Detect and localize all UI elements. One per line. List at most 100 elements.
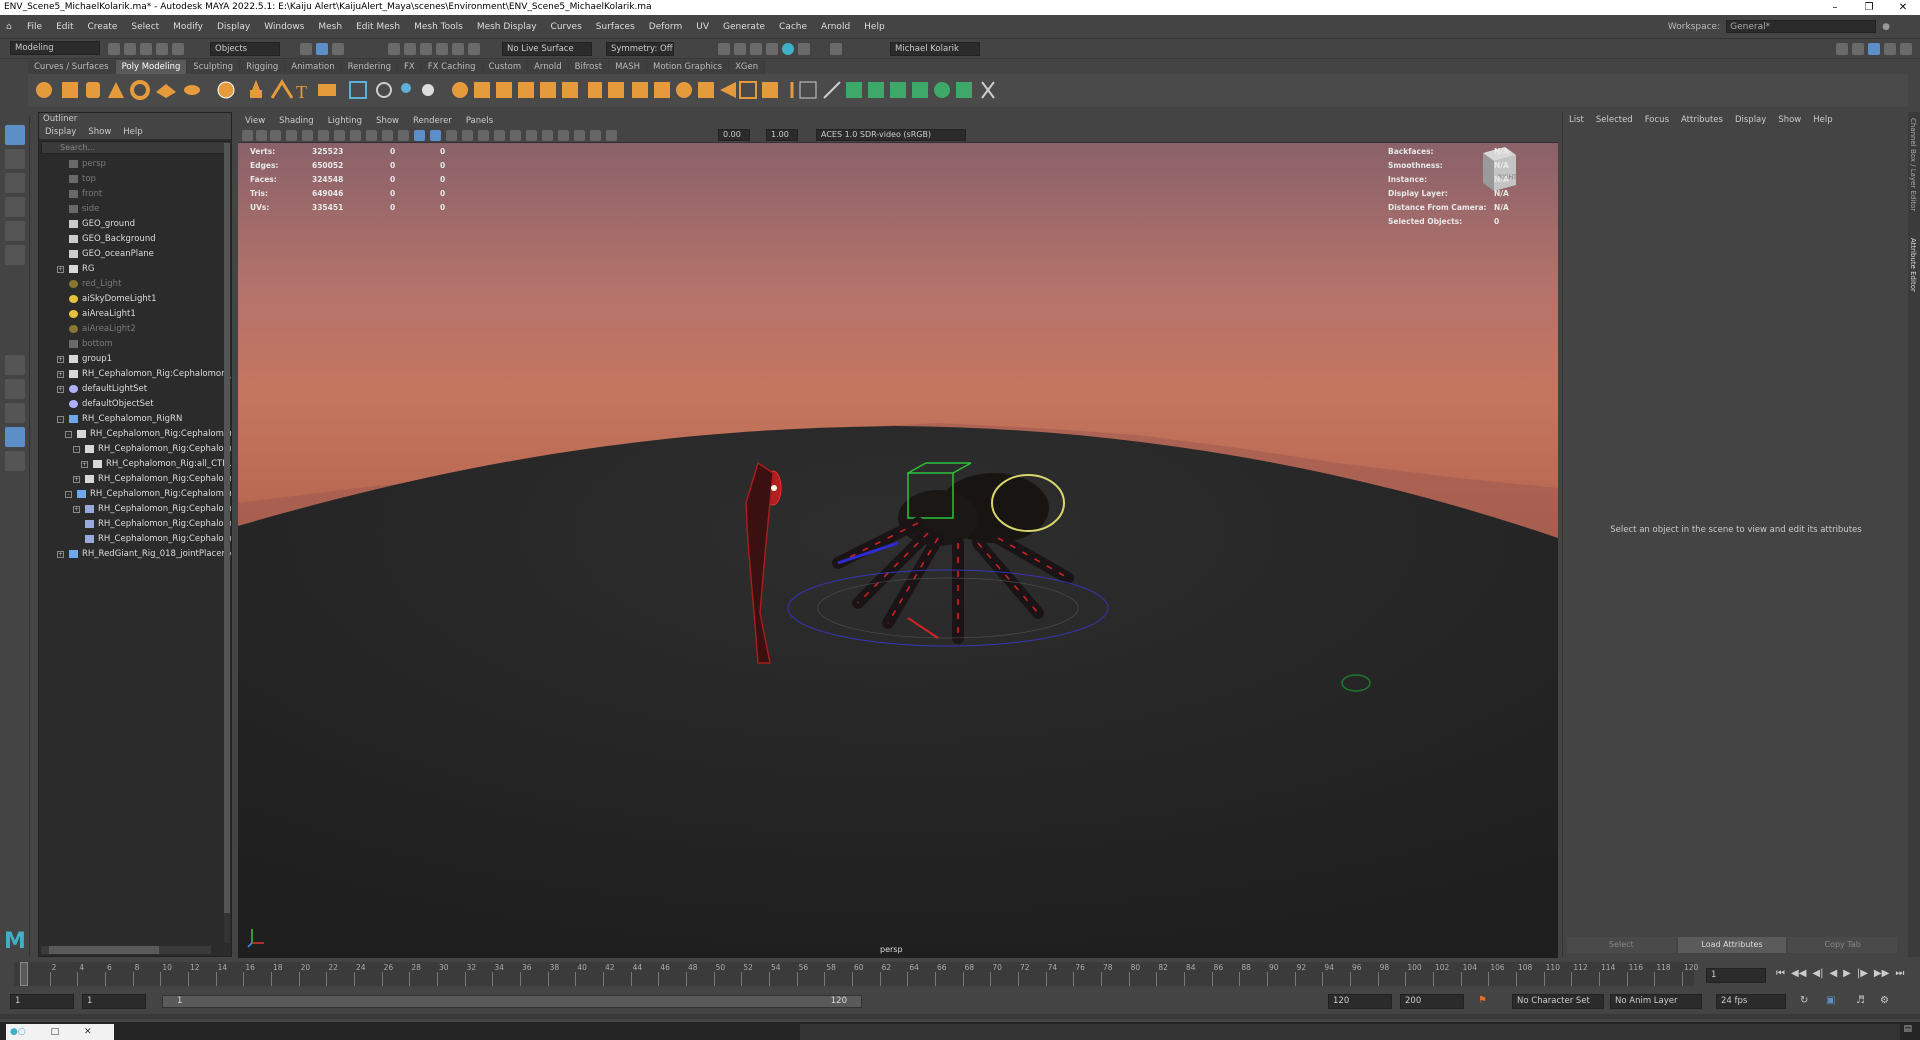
auto-uv-icon[interactable] [868, 82, 884, 98]
sound-icon[interactable]: ♬ [1856, 995, 1865, 1006]
playback-start-field[interactable]: 1 [82, 994, 146, 1009]
poly-plane-icon[interactable] [156, 84, 176, 98]
outliner-item[interactable]: bottom [39, 337, 231, 352]
restore-icon[interactable]: ❐ [1852, 0, 1886, 15]
open-scene-icon[interactable] [124, 43, 136, 55]
select-component-icon[interactable] [332, 43, 344, 55]
outliner-item[interactable]: + RH_RedGiant_Rig_018_jointPlacemen [39, 547, 231, 562]
outliner-item[interactable]: aiSkyDomeLight1 [39, 292, 231, 307]
ambient-occlusion-icon[interactable] [510, 130, 521, 141]
bevel-icon[interactable] [518, 82, 534, 98]
step-forward-frame-icon[interactable]: |▶ [1857, 968, 1868, 979]
menu-select[interactable]: Select [124, 15, 166, 39]
outliner-item[interactable]: GEO_ground [39, 217, 231, 232]
menu-help[interactable]: Help [857, 15, 892, 39]
viewport-menu-show[interactable]: Show [369, 115, 406, 128]
menu-curves[interactable]: Curves [544, 15, 589, 39]
combine-icon[interactable] [349, 81, 367, 99]
safe-title-icon[interactable] [398, 130, 409, 141]
bookmark-icon[interactable] [270, 130, 281, 141]
sweep-mesh-icon[interactable] [250, 80, 262, 98]
new-scene-icon[interactable] [108, 43, 120, 55]
persp-outliner-icon[interactable] [5, 403, 25, 423]
auto-key-icon[interactable]: ⚑ [1478, 995, 1487, 1006]
extrude-icon[interactable] [496, 82, 512, 98]
outliner-item[interactable]: + RH_Cephalomon_Rig:Cephalomo [39, 502, 231, 517]
grid-icon[interactable] [302, 130, 313, 141]
step-forward-key-icon[interactable]: ▶▶ [1874, 968, 1889, 979]
menu-file[interactable]: File [20, 15, 49, 39]
transfer-icon[interactable] [762, 82, 778, 98]
workspace-dropdown[interactable]: General* [1726, 20, 1877, 33]
planar-uv-icon[interactable] [890, 82, 906, 98]
snap-surface-icon[interactable] [452, 43, 464, 55]
outliner-menu-help[interactable]: Help [123, 125, 142, 139]
resolution-gate-icon[interactable] [334, 130, 345, 141]
select-object-icon[interactable] [316, 43, 328, 55]
redo-icon[interactable] [172, 43, 184, 55]
menu-edit-mesh[interactable]: Edit Mesh [349, 15, 407, 39]
expand-toggle-icon[interactable]: - [57, 416, 64, 423]
end-time-field[interactable]: 200 [1400, 994, 1464, 1009]
insert-edge-loop-icon[interactable] [608, 82, 624, 98]
outliner-item[interactable]: - RH_Cephalomon_Rig:Cephalomon [39, 487, 231, 502]
append-icon[interactable] [562, 82, 578, 98]
expand-toggle-icon[interactable]: + [57, 371, 64, 378]
smooth-icon[interactable] [422, 84, 434, 96]
exposure-field[interactable]: 0.00 [718, 129, 750, 141]
attr-menu-selected[interactable]: Selected [1596, 112, 1633, 128]
ipr-render-icon[interactable] [750, 43, 762, 55]
outliner-item[interactable]: aiAreaLight2 [39, 322, 231, 337]
outliner-item[interactable]: - RH_Cephalomon_RigRN [39, 412, 231, 427]
outliner-item[interactable]: + RH_Cephalomon_Rig:Cephalomon_A [39, 367, 231, 382]
single-perspective-view-icon[interactable] [5, 355, 25, 375]
attribute-editor-toggle-icon[interactable] [1868, 43, 1880, 55]
outliner-item[interactable]: red_Light [39, 277, 231, 292]
snap-plane-icon[interactable] [436, 43, 448, 55]
attr-menu-display[interactable]: Display [1735, 112, 1766, 128]
extract-icon[interactable] [401, 83, 411, 93]
outliner-item[interactable]: persp [39, 157, 231, 172]
expand-toggle-icon[interactable]: + [57, 551, 64, 558]
outliner-item[interactable]: + group1 [39, 352, 231, 367]
undo-icon[interactable] [156, 43, 168, 55]
expand-toggle-icon[interactable]: + [57, 356, 64, 363]
anim-layer-dropdown[interactable]: No Anim Layer [1610, 994, 1702, 1009]
field-chart-icon[interactable] [366, 130, 377, 141]
arnold-render-icon[interactable] [798, 43, 810, 55]
close-icon[interactable]: ✕ [84, 1027, 92, 1037]
outliner-item[interactable]: RH_Cephalomon_Rig:Cephalomo [39, 517, 231, 532]
restore-icon[interactable]: □ [51, 1027, 60, 1037]
attr-menu-show[interactable]: Show [1778, 112, 1801, 128]
render-view-icon[interactable] [718, 43, 730, 55]
menu-uv[interactable]: UV [689, 15, 716, 39]
shelf-tab-poly-modeling[interactable]: Poly Modeling [115, 59, 188, 74]
workspace-selector[interactable]: Workspace: General* ● [1668, 20, 1890, 33]
shelf-tab-bifrost[interactable]: Bifrost [568, 59, 610, 74]
close-icon[interactable]: ✕ [1886, 0, 1920, 15]
attr-menu-attributes[interactable]: Attributes [1681, 112, 1723, 128]
poke-icon[interactable] [720, 82, 736, 98]
film-gate-icon[interactable] [318, 130, 329, 141]
default-material-icon[interactable] [446, 130, 457, 141]
cut-uv-icon[interactable] [956, 82, 972, 98]
play-backwards-icon[interactable]: ◀ [1829, 968, 1837, 979]
render-settings-icon[interactable] [766, 43, 778, 55]
go-to-end-icon[interactable]: ⏭ [1895, 968, 1904, 979]
live-surface-dropdown[interactable]: No Live Surface [502, 42, 592, 56]
shadows-icon[interactable] [494, 130, 505, 141]
menu-mesh[interactable]: Mesh [311, 15, 349, 39]
outliner-item[interactable]: top [39, 172, 231, 187]
tool-settings-icon[interactable] [1884, 43, 1896, 55]
lasso-tool-icon[interactable] [5, 149, 25, 169]
chamfer-icon[interactable] [739, 81, 757, 99]
outliner-item[interactable]: side [39, 202, 231, 217]
layout-icon[interactable] [1836, 43, 1848, 55]
menu-edit[interactable]: Edit [49, 15, 80, 39]
shelf-tab-rigging[interactable]: Rigging [240, 59, 286, 74]
hypershade-icon[interactable] [782, 43, 794, 55]
outliner-item[interactable]: GEO_Background [39, 232, 231, 247]
xray-components-icon[interactable] [606, 130, 617, 141]
menu-generate[interactable]: Generate [716, 15, 772, 39]
attribute-editor-tab[interactable]: Attribute Editor [1909, 238, 1917, 292]
